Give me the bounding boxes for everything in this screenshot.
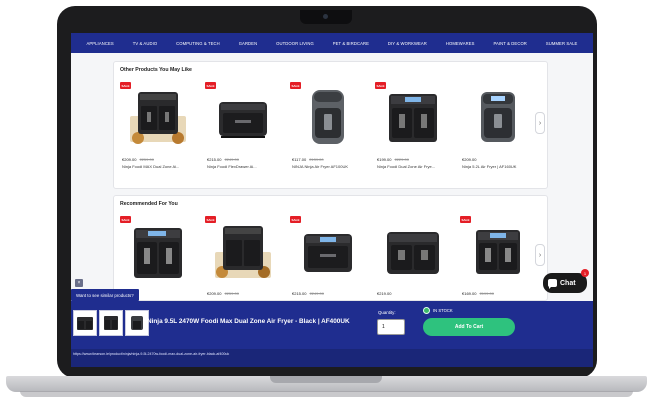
browser-screen: APPLIANCES TV & AUDIO COMPUTING & TECH G…	[71, 33, 593, 367]
nav-item-pet-birdcare[interactable]: PET & BIRDCARE	[333, 41, 369, 46]
status-bar: https://www.tlearson.ie/product/ninja/ni…	[71, 349, 593, 367]
product-image-af100uk[interactable]	[296, 84, 360, 152]
product-card[interactable]: SALE €215.00 €249.00	[290, 216, 366, 302]
product-title: Ninja 9.5L 2470W Foodi Max Dual Zone Air…	[147, 318, 350, 325]
add-to-cart-button[interactable]: Add To Cart	[423, 318, 515, 336]
product-thumbnail[interactable]	[99, 310, 123, 336]
sale-badge: SALE	[290, 82, 301, 89]
product-image-compact-dual[interactable]	[466, 218, 530, 286]
product-card[interactable]: €219.00	[375, 216, 451, 302]
product-name[interactable]: NINJA Ninja Air Fryer AF100UK	[292, 164, 348, 169]
status-url-text: https://www.tlearson.ie/product/ninja/ni…	[73, 352, 230, 356]
product-name[interactable]: Ninja Foodi FlexDrawer Ai...	[207, 164, 257, 169]
recommended-section: Recommended For You SALE SALE €209.00 €25…	[113, 195, 548, 301]
section-title: Recommended For You	[120, 201, 178, 207]
sale-badge: SALE	[290, 216, 301, 223]
product-card[interactable]: SALE €169.00 €199.00	[460, 216, 536, 302]
product-card[interactable]: SALE €209.00 €259.00	[205, 216, 281, 302]
sale-badge: SALE	[375, 82, 386, 89]
product-price: €215.00 €249.00	[292, 291, 324, 296]
product-card[interactable]: €209.00 Ninja 5.2L Air Fryer | AF160UK	[460, 82, 536, 182]
product-card[interactable]: SALE €117.00 €139.00 NINJA Ninja Air Frye…	[290, 82, 366, 182]
laptop-base-shadow	[20, 391, 633, 397]
product-name[interactable]: Ninja Foodi MAX Dual Zone Ai...	[122, 164, 179, 169]
product-price: €219.00	[377, 291, 392, 296]
close-icon[interactable]: ×	[75, 279, 83, 287]
product-price: €169.00 €199.00	[462, 291, 494, 296]
product-image-dual-drawer-food[interactable]	[126, 84, 190, 152]
nav-item-paint-decor[interactable]: PAINT & DECOR	[493, 41, 527, 46]
chat-button[interactable]: Chat	[543, 273, 587, 293]
product-image-dual-zone[interactable]	[381, 84, 445, 152]
product-image-wide-dual[interactable]	[381, 218, 445, 286]
sale-badge: SALE	[460, 216, 471, 223]
product-image-dual-drawer[interactable]	[126, 218, 190, 286]
chevron-right-icon[interactable]: ›	[535, 244, 545, 266]
quantity-input[interactable]: 1	[377, 319, 405, 335]
chat-bubble-icon	[548, 279, 557, 289]
product-price: €209.00	[462, 157, 477, 162]
other-products-section: Other Products You May Like SALE €209.00…	[113, 61, 548, 189]
product-image-flexdrawer[interactable]	[296, 218, 360, 286]
sticky-add-to-cart-bar: Ninja 9.5L 2470W Foodi Max Dual Zone Air…	[71, 301, 593, 349]
product-price: €117.00 €139.00	[292, 157, 324, 162]
product-image-dual-drawer-food[interactable]	[211, 218, 275, 286]
product-price: €199.00 €229.00	[377, 157, 409, 162]
product-price: €209.00 €259.00	[122, 157, 154, 162]
section-title: Other Products You May Like	[120, 67, 192, 73]
quantity-label: Quantity:	[378, 310, 396, 315]
camera-icon	[323, 14, 328, 19]
product-name[interactable]: Ninja 5.2L Air Fryer | AF160UK	[462, 164, 516, 169]
product-image-af160uk[interactable]	[466, 84, 530, 152]
nav-item-garden[interactable]: GARDEN	[239, 41, 258, 46]
nav-item-homewares[interactable]: HOMEWARES	[446, 41, 475, 46]
nav-item-summer-sale[interactable]: SUMMER SALE	[546, 41, 578, 46]
stock-status: IN STOCK	[433, 308, 453, 313]
product-card[interactable]: SALE €215.00 €249.00 Ninja Foodi FlexDraw…	[205, 82, 281, 182]
chat-label: Chat	[560, 279, 576, 287]
sale-badge: SALE	[205, 216, 216, 223]
chevron-right-icon[interactable]: ›	[535, 112, 545, 134]
product-name[interactable]: Ninja Foodi Dual Zone Air Frye...	[377, 164, 435, 169]
in-stock-icon	[423, 307, 430, 314]
similar-products-prompt[interactable]: Want to see similar products?	[71, 289, 139, 301]
product-card[interactable]: SALE €199.00 €229.00 Ninja Foodi Dual Zon…	[375, 82, 451, 182]
nav-item-computing[interactable]: COMPUTING & TECH	[176, 41, 220, 46]
sale-badge: SALE	[120, 82, 131, 89]
product-thumbnail[interactable]	[73, 310, 97, 336]
product-thumbnail[interactable]	[125, 310, 149, 336]
sale-badge: SALE	[205, 82, 216, 89]
category-nav: APPLIANCES TV & AUDIO COMPUTING & TECH G…	[71, 33, 593, 53]
nav-item-tv-audio[interactable]: TV & AUDIO	[133, 41, 158, 46]
product-image-flexdrawer[interactable]	[211, 84, 275, 152]
laptop-base-notch	[270, 376, 382, 383]
sale-badge: SALE	[120, 216, 131, 223]
nav-item-outdoor-living[interactable]: OUTDOOR LIVING	[276, 41, 314, 46]
product-price: €209.00 €259.00	[207, 291, 239, 296]
product-card[interactable]: SALE €209.00 €259.00 Ninja Foodi MAX Dual…	[120, 82, 196, 182]
nav-item-appliances[interactable]: APPLIANCES	[86, 41, 113, 46]
nav-item-diy-workwear[interactable]: DIY & WORKWEAR	[388, 41, 427, 46]
product-price: €215.00 €249.00	[207, 157, 239, 162]
chat-notification-badge: 1	[581, 269, 589, 277]
